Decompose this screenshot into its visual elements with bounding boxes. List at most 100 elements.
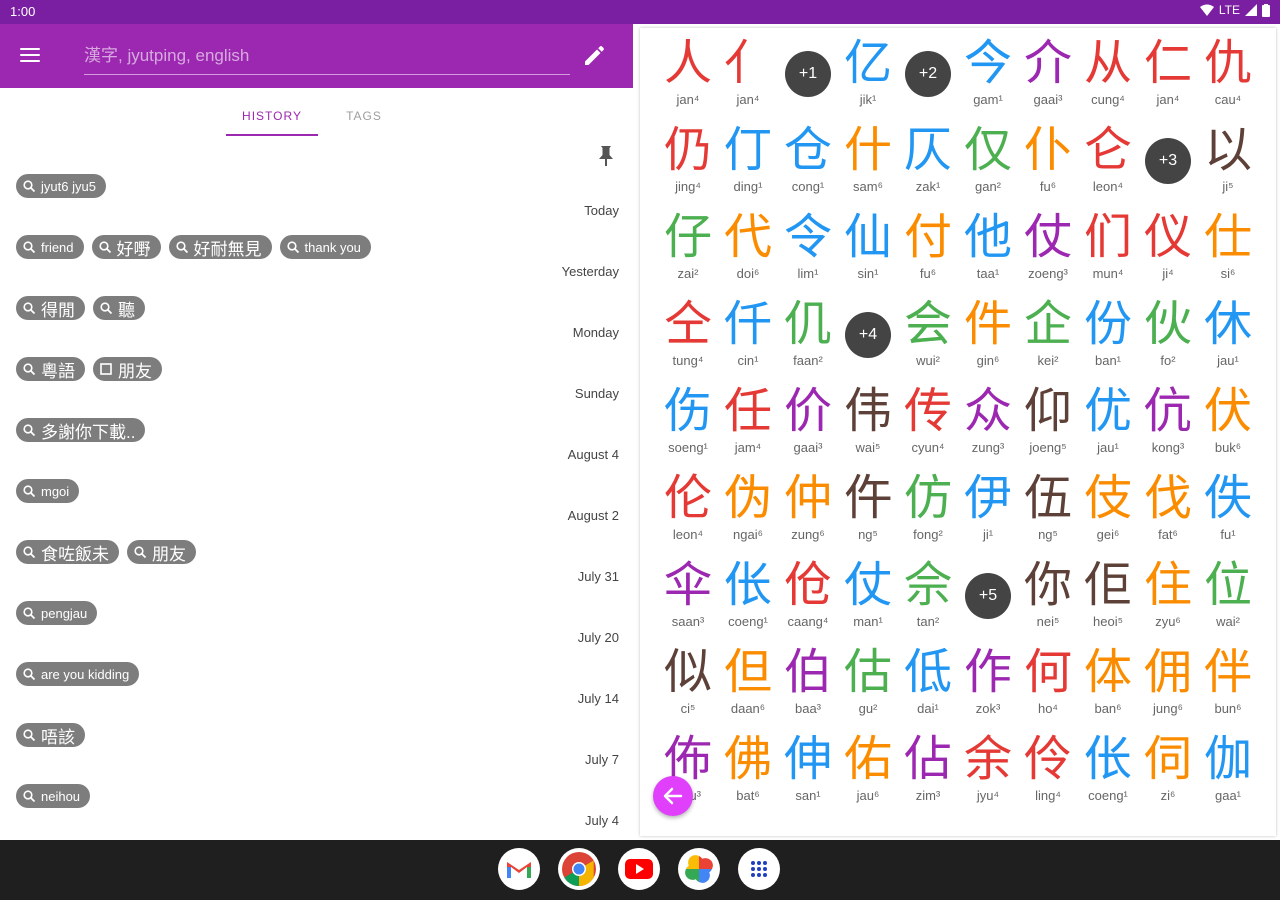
character-cell[interactable]: 优 jau¹ (1078, 382, 1138, 464)
character-cell[interactable]: 伽 gaa¹ (1198, 730, 1258, 812)
character-cell[interactable]: 伥 coeng¹ (718, 556, 778, 638)
character-cell[interactable]: 仅 gan² (958, 121, 1018, 203)
character-cell[interactable]: 众 zung³ (958, 382, 1018, 464)
tab-tags[interactable]: TAGS (318, 96, 410, 136)
pencil-icon[interactable] (582, 44, 606, 68)
chrome-app[interactable] (558, 848, 600, 890)
history-chip[interactable]: friend (16, 235, 84, 259)
more-variants-button[interactable]: +5 (965, 573, 1011, 619)
character-cell[interactable]: 何 ho⁴ (1018, 643, 1078, 725)
character-cell[interactable]: 佚 fu¹ (1198, 469, 1258, 551)
more-variants-button[interactable]: +2 (905, 51, 951, 97)
character-cell[interactable]: 件 gin⁶ (958, 295, 1018, 377)
tab-history[interactable]: HISTORY (226, 96, 318, 136)
app-drawer[interactable] (738, 848, 780, 890)
character-cell[interactable]: 仇 cau⁴ (1198, 34, 1258, 116)
character-cell[interactable]: 估 gu² (838, 643, 898, 725)
character-cell[interactable]: 仪 ji⁴ (1138, 208, 1198, 290)
back-fab[interactable] (653, 776, 693, 816)
character-cell[interactable]: 似 ci⁵ (658, 643, 718, 725)
history-chip[interactable]: are you kidding (16, 662, 140, 686)
character-cell[interactable]: 亻 jan⁴ (718, 34, 778, 116)
character-cell[interactable]: 体 ban⁶ (1078, 643, 1138, 725)
character-cell[interactable]: 他 taa¹ (958, 208, 1018, 290)
history-chip[interactable]: 朋友 (127, 540, 196, 564)
character-cell[interactable]: 低 dai¹ (898, 643, 958, 725)
history-chip[interactable]: 好耐無見 (168, 235, 272, 259)
character-cell[interactable]: 仕 si⁶ (1198, 208, 1258, 290)
character-cell[interactable]: 伥 coeng¹ (1078, 730, 1138, 812)
character-cell[interactable]: 会 wui² (898, 295, 958, 377)
character-cell[interactable]: 仿 fong² (898, 469, 958, 551)
character-cell[interactable]: 位 wai² (1198, 556, 1258, 638)
character-cell[interactable]: 伺 zi⁶ (1138, 730, 1198, 812)
history-chip[interactable]: mgoi (16, 479, 80, 503)
character-cell[interactable]: 亿 jik¹ (838, 34, 898, 116)
history-chip[interactable]: pengjau (16, 601, 98, 625)
character-cell[interactable]: 份 ban¹ (1078, 295, 1138, 377)
character-cell[interactable]: 余 jyu⁴ (958, 730, 1018, 812)
character-cell[interactable]: 仄 zak¹ (898, 121, 958, 203)
character-cell[interactable]: 价 gaai³ (778, 382, 838, 464)
history-chip[interactable]: 唔該 (16, 723, 85, 747)
character-cell[interactable]: 伟 wai⁵ (838, 382, 898, 464)
history-chip[interactable]: 好嘢 (91, 235, 161, 259)
character-cell[interactable]: 伸 san¹ (778, 730, 838, 812)
youtube-app[interactable] (618, 848, 660, 890)
character-cell[interactable]: 仍 jing⁴ (658, 121, 718, 203)
character-cell[interactable]: 今 gam¹ (958, 34, 1018, 116)
history-chip[interactable]: jyut6 jyu5 (16, 174, 106, 198)
character-cell[interactable]: 伯 baa³ (778, 643, 838, 725)
character-cell[interactable]: 住 zyu⁶ (1138, 556, 1198, 638)
character-cell[interactable]: 仆 fu⁶ (1018, 121, 1078, 203)
character-cell[interactable]: 仵 ng⁵ (838, 469, 898, 551)
history-chip[interactable]: 得閒 (16, 296, 85, 320)
character-cell[interactable]: 佣 jung⁶ (1138, 643, 1198, 725)
character-cell[interactable]: 仗 zoeng³ (1018, 208, 1078, 290)
character-cell[interactable]: 介 gaai³ (1018, 34, 1078, 116)
character-cell[interactable]: 仝 tung⁴ (658, 295, 718, 377)
character-cell[interactable]: 仗 man¹ (838, 556, 898, 638)
character-cell[interactable]: 仉 faan² (778, 295, 838, 377)
history-chip[interactable]: 食咗飯未 (16, 540, 119, 564)
character-cell[interactable]: 休 jau¹ (1198, 295, 1258, 377)
character-cell[interactable]: 从 cung⁴ (1078, 34, 1138, 116)
character-cell[interactable]: 仁 jan⁴ (1138, 34, 1198, 116)
character-cell[interactable]: 伴 bun⁶ (1198, 643, 1258, 725)
character-cell[interactable]: 企 kei² (1018, 295, 1078, 377)
more-variants-button[interactable]: +4 (845, 312, 891, 358)
character-cell[interactable]: 令 lim¹ (778, 208, 838, 290)
character-cell[interactable]: 伏 buk⁶ (1198, 382, 1258, 464)
character-cell[interactable]: 仲 zung⁶ (778, 469, 838, 551)
character-cell[interactable]: 但 daan⁶ (718, 643, 778, 725)
character-cell[interactable]: 伪 ngai⁶ (718, 469, 778, 551)
character-cell[interactable]: 伉 kong³ (1138, 382, 1198, 464)
pin-icon[interactable] (596, 144, 616, 168)
gmail-app[interactable] (498, 848, 540, 890)
history-chip[interactable]: neihou (16, 784, 91, 808)
character-cell[interactable]: 伐 fat⁶ (1138, 469, 1198, 551)
character-cell[interactable]: 仰 joeng⁵ (1018, 382, 1078, 464)
history-chip[interactable]: 多謝你下載.. (16, 418, 146, 442)
character-cell[interactable]: 你 nei⁵ (1018, 556, 1078, 638)
character-cell[interactable]: 任 jam⁴ (718, 382, 778, 464)
character-cell[interactable]: 佑 jau⁶ (838, 730, 898, 812)
photos-app[interactable] (678, 848, 720, 890)
character-cell[interactable]: 传 cyun⁴ (898, 382, 958, 464)
character-cell[interactable]: 伞 saan³ (658, 556, 718, 638)
menu-button[interactable] (20, 44, 52, 70)
character-cell[interactable]: 仃 ding¹ (718, 121, 778, 203)
character-cell[interactable]: 人 jan⁴ (658, 34, 718, 116)
character-cell[interactable]: 伤 soeng¹ (658, 382, 718, 464)
character-cell[interactable]: 什 sam⁶ (838, 121, 898, 203)
character-cell[interactable]: 伊 ji¹ (958, 469, 1018, 551)
character-cell[interactable]: 仑 leon⁴ (1078, 121, 1138, 203)
history-chip[interactable]: 聽 (93, 296, 145, 320)
character-cell[interactable]: 伙 fo² (1138, 295, 1198, 377)
character-cell[interactable]: 伧 caang⁴ (778, 556, 838, 638)
history-chip[interactable]: 粵語 (16, 357, 85, 381)
character-cell[interactable]: 伎 gei⁶ (1078, 469, 1138, 551)
history-chip[interactable]: thank you (279, 235, 371, 259)
character-cell[interactable]: 佔 zim³ (898, 730, 958, 812)
character-cell[interactable]: 佘 tan² (898, 556, 958, 638)
